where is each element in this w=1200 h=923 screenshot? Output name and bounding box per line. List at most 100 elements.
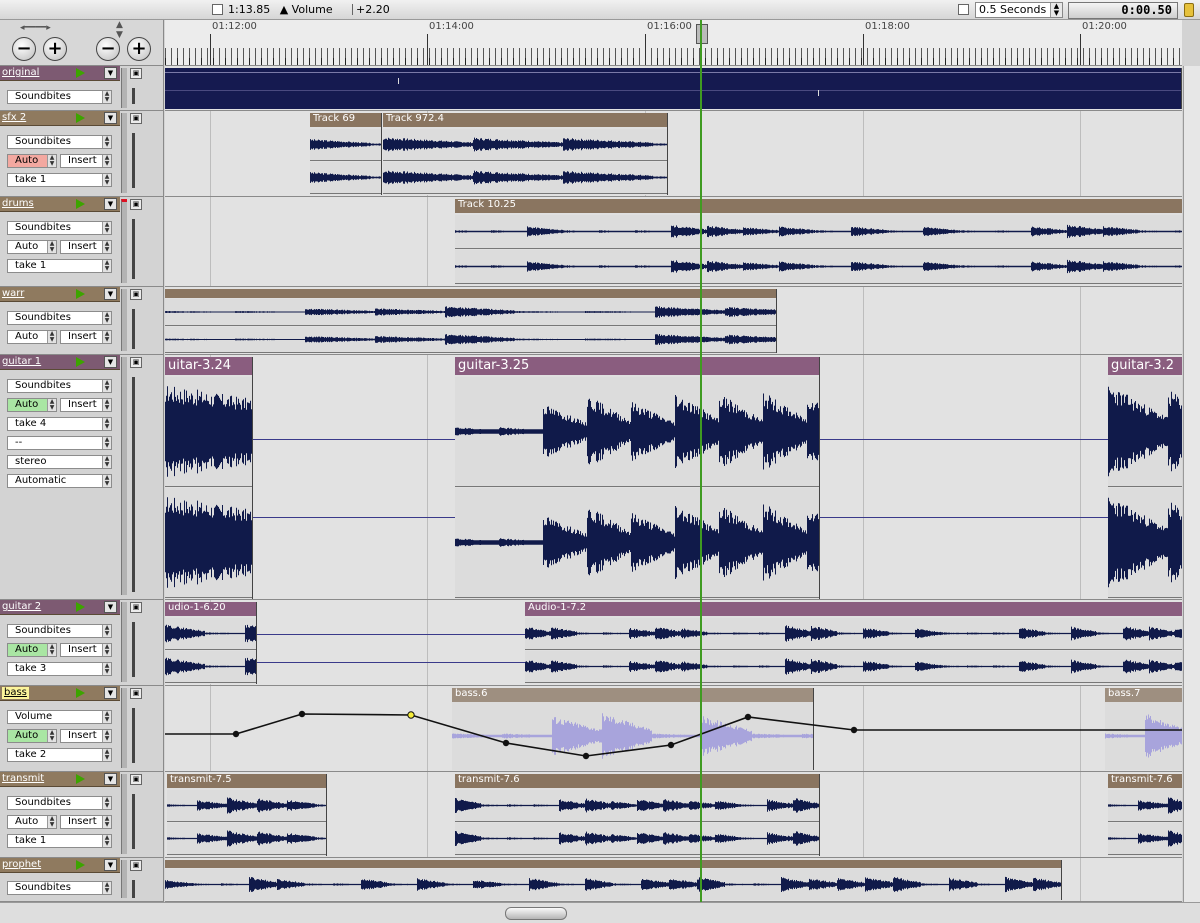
- track-name[interactable]: sfx 2: [2, 112, 26, 124]
- track-menu-button[interactable]: ▼: [104, 859, 117, 871]
- auto-select[interactable]: Auto ▲ ▼: [7, 154, 57, 168]
- play-icon[interactable]: [76, 113, 85, 123]
- track-lane-guitar-2[interactable]: udio-1-6.20 Audio-1-7.2: [165, 600, 1182, 686]
- lock-icon[interactable]: ▣: [130, 602, 142, 613]
- source-select[interactable]: Soundbites ▲ ▼: [7, 135, 112, 149]
- volume-fader[interactable]: [132, 708, 135, 763]
- play-icon[interactable]: [76, 602, 85, 612]
- audio-clip[interactable]: [165, 289, 777, 353]
- zoom-out-h-button[interactable]: −: [12, 37, 36, 61]
- take-select[interactable]: take 1 ▲ ▼: [7, 834, 112, 848]
- insert-select[interactable]: Insert ▲ ▼: [60, 815, 112, 829]
- lock-icon[interactable]: ▣: [130, 68, 142, 79]
- audio-clip[interactable]: guitar-3.2: [1108, 357, 1182, 599]
- play-icon[interactable]: [76, 860, 85, 870]
- source-select[interactable]: Soundbites ▲ ▼: [7, 379, 112, 393]
- play-icon[interactable]: [76, 688, 85, 698]
- insert-select[interactable]: Insert ▲ ▼: [60, 729, 112, 743]
- auto-select[interactable]: Auto ▲ ▼: [7, 643, 57, 657]
- audio-clip[interactable]: uitar-3.24: [165, 357, 253, 599]
- position-checkbox[interactable]: [212, 4, 223, 15]
- insert-select[interactable]: Insert ▲ ▼: [60, 330, 112, 344]
- track-lane-sfx-2[interactable]: Track 69 Track 972.4: [165, 111, 1182, 197]
- volume-fader[interactable]: [132, 88, 135, 104]
- auto-select[interactable]: Auto ▲ ▼: [7, 398, 57, 412]
- track-name-bar[interactable]: sfx 2 ▼: [0, 111, 120, 126]
- audio-clip[interactable]: transmit-7.5: [167, 774, 327, 856]
- lock-icon[interactable]: ▣: [130, 774, 142, 785]
- lock-icon[interactable]: ▣: [130, 113, 142, 124]
- track-name-bar[interactable]: guitar 1 ▼: [0, 355, 120, 370]
- track-menu-button[interactable]: ▼: [104, 288, 117, 300]
- channel-select[interactable]: stereo ▲ ▼: [7, 455, 112, 469]
- track-name[interactable]: transmit: [2, 773, 44, 785]
- play-icon[interactable]: [76, 199, 85, 209]
- track-name-bar[interactable]: guitar 2 ▼: [0, 600, 120, 615]
- lock-icon[interactable]: ▣: [130, 357, 142, 368]
- source-select[interactable]: Soundbites ▲ ▼: [7, 796, 112, 810]
- track-name[interactable]: warr: [2, 288, 24, 300]
- audio-clip[interactable]: [165, 860, 1062, 900]
- auto-select[interactable]: Auto ▲ ▼: [7, 729, 57, 743]
- horizontal-scrollbar[interactable]: [0, 902, 1200, 923]
- lock-icon[interactable]: ▣: [130, 860, 142, 871]
- insert-select[interactable]: Insert ▲ ▼: [60, 398, 112, 412]
- auto-select[interactable]: Auto ▲ ▼: [7, 330, 57, 344]
- take-select[interactable]: take 2 ▲ ▼: [7, 748, 112, 762]
- track-name[interactable]: bass: [2, 687, 29, 699]
- track-lane-drums[interactable]: Track 10.25: [165, 197, 1182, 287]
- volume-fader[interactable]: [132, 309, 135, 349]
- track-name[interactable]: original: [2, 67, 39, 79]
- track-name[interactable]: drums: [2, 198, 34, 210]
- source-select[interactable]: Soundbites ▲ ▼: [7, 624, 112, 638]
- insert-select[interactable]: Insert ▲ ▼: [60, 154, 112, 168]
- audio-clip[interactable]: [165, 68, 1182, 109]
- insert-select[interactable]: Insert ▲ ▼: [60, 240, 112, 254]
- track-menu-button[interactable]: ▼: [104, 687, 117, 699]
- track-name-bar[interactable]: drums ▼: [0, 197, 120, 212]
- volume-automation-curve[interactable]: [165, 686, 1182, 772]
- lock-icon[interactable]: ▣: [130, 199, 142, 210]
- play-icon[interactable]: [76, 68, 85, 78]
- audio-clip[interactable]: transmit-7.6: [455, 774, 820, 856]
- play-icon[interactable]: [76, 774, 85, 784]
- horizontal-scroll-thumb[interactable]: [505, 907, 567, 920]
- audio-clip[interactable]: udio-1-6.20: [165, 602, 257, 684]
- zoom-in-v-button[interactable]: +: [127, 37, 151, 61]
- track-name-bar[interactable]: original ▼: [0, 66, 120, 81]
- track-lane-transmit[interactable]: transmit-7.5 transmit-7.6 transmit-7.6: [165, 772, 1182, 858]
- track-name-bar[interactable]: warr ▼: [0, 287, 120, 302]
- zoom-in-h-button[interactable]: +: [43, 37, 67, 61]
- track-menu-button[interactable]: ▼: [104, 356, 117, 368]
- volume-fader[interactable]: [132, 133, 135, 188]
- track-lane-prophet[interactable]: [165, 858, 1182, 902]
- resolution-checkbox[interactable]: [958, 3, 974, 17]
- track-name[interactable]: prophet: [2, 859, 41, 871]
- audio-clip[interactable]: Track 10.25: [455, 199, 1182, 285]
- take-select[interactable]: take 1 ▲ ▼: [7, 173, 112, 187]
- mode-select[interactable]: Automatic ▲ ▼: [7, 474, 112, 488]
- track-name-bar[interactable]: transmit ▼: [0, 772, 120, 787]
- source-select[interactable]: Soundbites ▲ ▼: [7, 221, 112, 235]
- volume-fader[interactable]: [132, 377, 135, 592]
- take-select[interactable]: take 4 ▲ ▼: [7, 417, 112, 431]
- take-select[interactable]: take 1 ▲ ▼: [7, 259, 112, 273]
- resolution-select[interactable]: 0.5 Seconds ▲ ▼: [975, 2, 1063, 18]
- play-icon[interactable]: [76, 289, 85, 299]
- track-name[interactable]: guitar 1: [2, 356, 41, 368]
- source-select[interactable]: Soundbites ▲ ▼: [7, 90, 112, 104]
- track-name-bar[interactable]: bass ▼: [0, 686, 120, 701]
- auto-select[interactable]: Auto ▲ ▼: [7, 240, 57, 254]
- auto-select[interactable]: Auto ▲ ▼: [7, 815, 57, 829]
- lock-icon[interactable]: ▣: [130, 289, 142, 300]
- audio-clip[interactable]: Track 69: [310, 113, 382, 195]
- insert-select[interactable]: Insert ▲ ▼: [60, 643, 112, 657]
- audio-clip[interactable]: Track 972.4: [383, 113, 668, 195]
- track-name-bar[interactable]: prophet ▼: [0, 858, 120, 873]
- track-lane-guitar-1[interactable]: uitar-3.24 guitar-3.25 guitar-3.2: [165, 355, 1182, 600]
- track-menu-button[interactable]: ▼: [104, 601, 117, 613]
- vertical-scrollbar[interactable]: [1183, 66, 1200, 902]
- source-select[interactable]: Soundbites ▲ ▼: [7, 311, 112, 325]
- track-menu-button[interactable]: ▼: [104, 773, 117, 785]
- timeline-ruler[interactable]: 01:12:00 01:14:00 01:16:00 01:18:00 01:2…: [165, 20, 1182, 66]
